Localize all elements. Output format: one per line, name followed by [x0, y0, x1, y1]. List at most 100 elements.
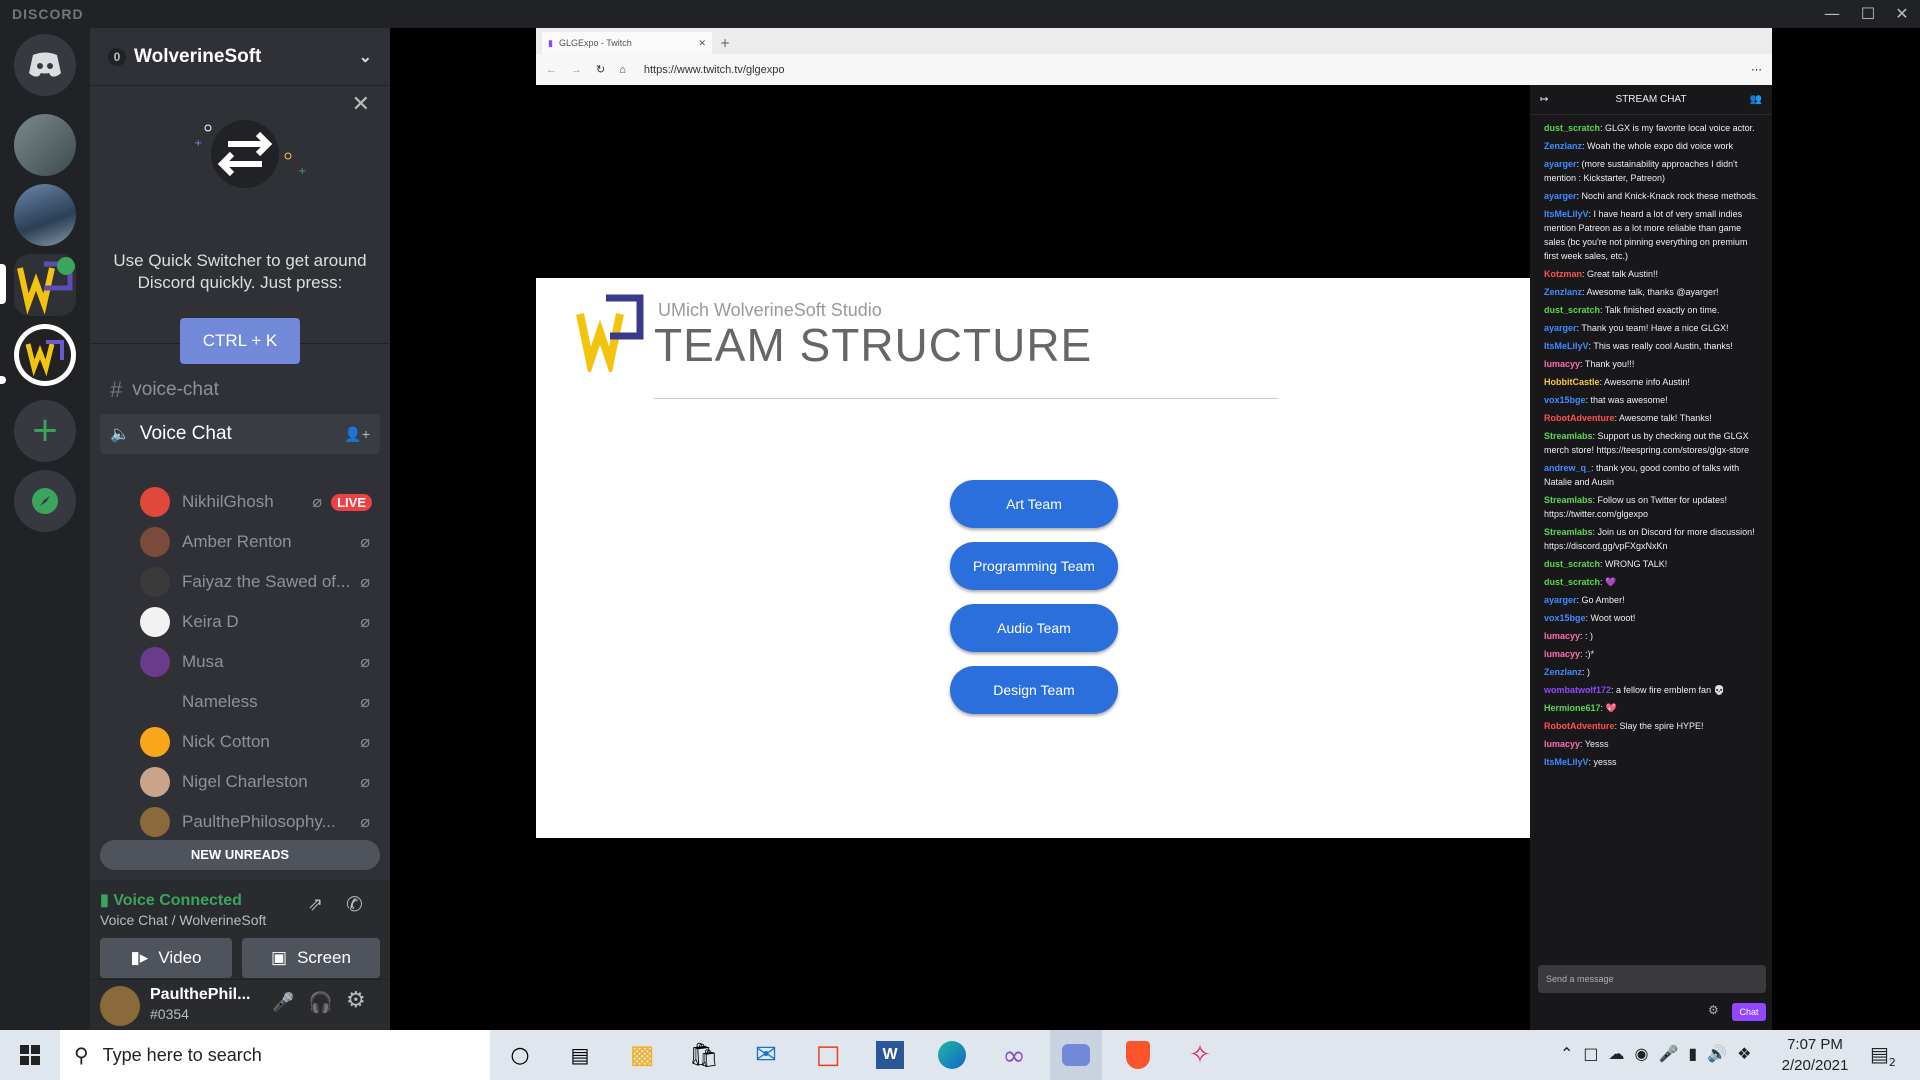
- wolverinesoft-voice-server-icon[interactable]: [14, 254, 76, 316]
- design-team-button[interactable]: Design Team: [950, 666, 1118, 714]
- back-icon[interactable]: ←: [546, 64, 557, 76]
- user-name[interactable]: PaulthePhil...: [150, 986, 250, 1004]
- tray-chevron-icon[interactable]: ⌃: [1560, 1044, 1583, 1063]
- voice-member[interactable]: Nameless ⌀: [140, 684, 380, 720]
- visual-studio-icon[interactable]: ∞: [988, 1030, 1040, 1080]
- voice-member[interactable]: NikhilGhosh LIVE ⌀: [140, 484, 380, 520]
- video-button[interactable]: ▮▸ Video: [100, 938, 232, 978]
- store-icon[interactable]: 🛍: [678, 1030, 730, 1080]
- minimize-icon[interactable]: —: [1814, 2, 1850, 26]
- chat-username[interactable]: ayarger: [1544, 595, 1577, 605]
- user-avatar[interactable]: [100, 986, 140, 1026]
- screen-share-button[interactable]: ▣ Screen: [242, 938, 380, 978]
- chat-username[interactable]: andrew_q_: [1544, 463, 1591, 473]
- chat-username[interactable]: dust_scratch: [1544, 305, 1600, 315]
- chat-username[interactable]: Kotzman: [1544, 269, 1582, 279]
- voice-member[interactable]: Nigel Charleston ⌀: [140, 764, 380, 800]
- voice-member[interactable]: Amber Renton ⌀: [140, 524, 380, 560]
- close-icon[interactable]: ✕: [1884, 2, 1920, 26]
- maximize-icon[interactable]: ☐: [1850, 2, 1886, 26]
- chat-username[interactable]: ItsMeLilyV: [1544, 209, 1589, 219]
- word-icon[interactable]: W: [864, 1030, 916, 1080]
- voice-member[interactable]: Musa ⌀: [140, 644, 380, 680]
- chat-username[interactable]: Zenzlanz: [1544, 287, 1582, 297]
- channel-voice-chat-text[interactable]: # voice-chat: [100, 370, 380, 410]
- chat-username[interactable]: ItsMeLilyV: [1544, 341, 1589, 351]
- close-popup-icon[interactable]: ✕: [352, 92, 370, 117]
- chat-username[interactable]: wombatwolf172: [1544, 685, 1611, 695]
- mute-icon[interactable]: 🎤: [272, 992, 294, 1013]
- forward-icon[interactable]: →: [571, 64, 582, 76]
- wolverinesoft-server-icon[interactable]: [14, 324, 76, 386]
- disconnect-icon[interactable]: ✆: [346, 892, 363, 916]
- collapse-chat-icon[interactable]: ↦: [1540, 85, 1548, 115]
- voice-member[interactable]: Nick Cotton ⌀: [140, 724, 380, 760]
- chat-username[interactable]: Zenzlanz: [1544, 141, 1582, 151]
- chat-username[interactable]: Hermione617: [1544, 703, 1601, 713]
- chat-username[interactable]: ItsMeLilyV: [1544, 757, 1589, 767]
- new-tab-icon[interactable]: +: [720, 36, 730, 50]
- browser-tab[interactable]: ▮ GLGExpo - Twitch ✕: [542, 32, 712, 54]
- explore-compass-icon[interactable]: [14, 470, 76, 532]
- channel-voice-chat[interactable]: 🔈 Voice Chat 👤+: [100, 414, 380, 454]
- chat-username[interactable]: vox15bge: [1544, 395, 1586, 405]
- task-view-icon[interactable]: ▤: [554, 1030, 606, 1080]
- chat-username[interactable]: lumacyy: [1544, 359, 1580, 369]
- tab-close-icon[interactable]: ✕: [698, 38, 706, 49]
- chat-input[interactable]: Send a message: [1538, 965, 1766, 993]
- chat-username[interactable]: ayarger: [1544, 191, 1577, 201]
- dropbox-icon[interactable]: ❖: [1737, 1044, 1761, 1063]
- chat-username[interactable]: Streamlabs: [1544, 495, 1593, 505]
- voice-location[interactable]: Voice Chat / WolverineSoft: [100, 912, 266, 928]
- reload-icon[interactable]: ↻: [596, 63, 605, 76]
- mail-icon[interactable]: ✉: [740, 1030, 792, 1080]
- chat-username[interactable]: lumacyy: [1544, 739, 1580, 749]
- browser-menu-icon[interactable]: ⋯: [1751, 63, 1762, 76]
- server-header[interactable]: 0 WolverineSoft ⌄: [90, 28, 390, 86]
- onedrive-icon[interactable]: ☁: [1609, 1044, 1635, 1063]
- chat-username[interactable]: lumacyy: [1544, 631, 1580, 641]
- chat-username[interactable]: dust_scratch: [1544, 577, 1600, 587]
- mic-icon[interactable]: 🎤: [1659, 1044, 1689, 1063]
- notification-center-icon[interactable]: ▤2: [1870, 1042, 1896, 1069]
- chat-username[interactable]: dust_scratch: [1544, 123, 1600, 133]
- audio-team-button[interactable]: Audio Team: [950, 604, 1118, 652]
- chat-settings-icon[interactable]: ⚙: [1708, 1003, 1719, 1017]
- invite-user-icon[interactable]: 👤+: [344, 426, 370, 443]
- url-text[interactable]: https://www.twitch.tv/glgexpo: [644, 64, 785, 76]
- chat-send-button[interactable]: Chat: [1732, 1003, 1766, 1021]
- wifi-icon[interactable]: ◉: [1635, 1044, 1659, 1063]
- tray-device-icon[interactable]: □: [1583, 1044, 1608, 1063]
- art-team-button[interactable]: Art Team: [950, 480, 1118, 528]
- voice-member[interactable]: Faiyaz the Sawed of... ⌀: [140, 564, 380, 600]
- chat-username[interactable]: lumacyy: [1544, 649, 1580, 659]
- chat-username[interactable]: RobotAdventure: [1544, 413, 1615, 423]
- add-server-icon[interactable]: +: [14, 400, 76, 462]
- brave-icon[interactable]: [1112, 1030, 1164, 1080]
- chat-username[interactable]: vox15bge: [1544, 613, 1586, 623]
- windows-start-icon[interactable]: [4, 1030, 56, 1080]
- new-unreads-button[interactable]: NEW UNREADS: [100, 840, 380, 870]
- noise-suppression-icon[interactable]: ⇗: [308, 894, 323, 915]
- chat-username[interactable]: RobotAdventure: [1544, 721, 1615, 731]
- slack-icon[interactable]: ✧: [1174, 1030, 1226, 1080]
- chat-username[interactable]: dust_scratch: [1544, 559, 1600, 569]
- volume-icon[interactable]: 🔊: [1707, 1044, 1737, 1063]
- file-explorer-icon[interactable]: ▩: [616, 1030, 668, 1080]
- programming-team-button[interactable]: Programming Team: [950, 542, 1118, 590]
- discord-taskbar-icon[interactable]: [1050, 1030, 1102, 1080]
- battery-icon[interactable]: ▮: [1688, 1044, 1707, 1063]
- quick-switcher-shortcut[interactable]: CTRL + K: [180, 318, 300, 364]
- chat-username[interactable]: HobbitCastle: [1544, 377, 1600, 387]
- taskbar-search[interactable]: ⚲ Type here to search: [60, 1030, 490, 1080]
- chat-username[interactable]: Zenzlanz: [1544, 667, 1582, 677]
- taskbar-clock[interactable]: 7:07 PM 2/20/2021: [1760, 1034, 1870, 1076]
- chat-username[interactable]: ayarger: [1544, 159, 1577, 169]
- home-icon[interactable]: [14, 34, 76, 96]
- edge-icon[interactable]: [926, 1030, 978, 1080]
- chat-username[interactable]: ayarger: [1544, 323, 1577, 333]
- chat-username[interactable]: Streamlabs: [1544, 431, 1593, 441]
- chat-username[interactable]: Streamlabs: [1544, 527, 1593, 537]
- server-icon-2[interactable]: [14, 184, 76, 246]
- settings-gear-icon[interactable]: ⚙: [346, 988, 366, 1013]
